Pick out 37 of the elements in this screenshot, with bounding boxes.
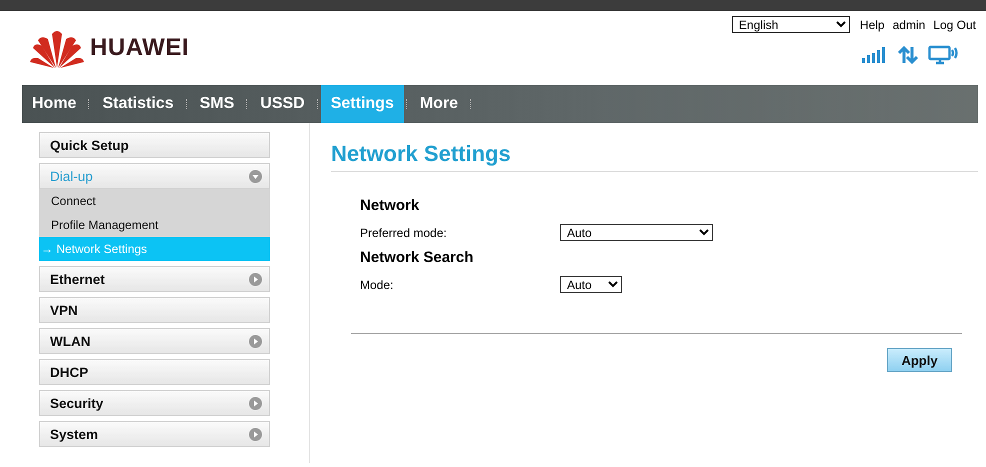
sidebar-item[interactable]: Ethernet — [39, 266, 270, 292]
header-link[interactable]: admin — [890, 18, 928, 32]
section-heading: Network — [360, 197, 420, 214]
nav-separator — [246, 99, 248, 109]
nav-separator — [88, 99, 90, 109]
mode-select[interactable]: Auto — [560, 276, 622, 293]
nav-tab[interactable]: More — [410, 85, 468, 123]
header-link[interactable]: Help — [858, 18, 887, 32]
section-heading: Network Search — [360, 249, 474, 266]
field-label: Preferred mode: — [360, 226, 448, 240]
up-down-arrows-icon — [898, 46, 918, 64]
signal-icon — [862, 47, 888, 63]
page-title: Network Settings — [331, 141, 978, 172]
submenu-item[interactable]: Profile Management — [39, 213, 270, 237]
nav-separator — [316, 99, 319, 109]
nav-separator — [186, 99, 188, 109]
nav-separator — [470, 99, 472, 109]
monitor-icon — [928, 45, 958, 65]
nav-tab[interactable]: SMS — [190, 85, 244, 123]
sidebar-item[interactable]: WLAN — [39, 328, 270, 354]
submenu-item[interactable]: Connect — [39, 189, 270, 213]
sidebar-item[interactable]: Quick Setup — [39, 132, 270, 158]
apply-button[interactable]: Apply — [887, 348, 952, 372]
brand-name: HUAWEI — [90, 34, 189, 62]
sidebar-item[interactable]: System — [39, 421, 270, 447]
nav-tab[interactable]: USSD — [250, 85, 315, 123]
sidebar-item[interactable]: DHCP — [39, 359, 270, 385]
language-select[interactable]: English — [732, 16, 850, 33]
field-label: Mode: — [360, 278, 394, 292]
nav-tab[interactable]: Statistics — [92, 85, 184, 123]
mode-select[interactable]: Auto — [560, 224, 713, 241]
flower-logo-icon — [30, 28, 84, 68]
sidebar-item[interactable]: VPN — [39, 297, 270, 323]
sidebar-item[interactable]: Security — [39, 390, 270, 416]
header-link[interactable]: Log Out — [931, 18, 978, 32]
nav-tab[interactable]: Home — [22, 85, 86, 123]
nav-separator — [406, 99, 408, 109]
